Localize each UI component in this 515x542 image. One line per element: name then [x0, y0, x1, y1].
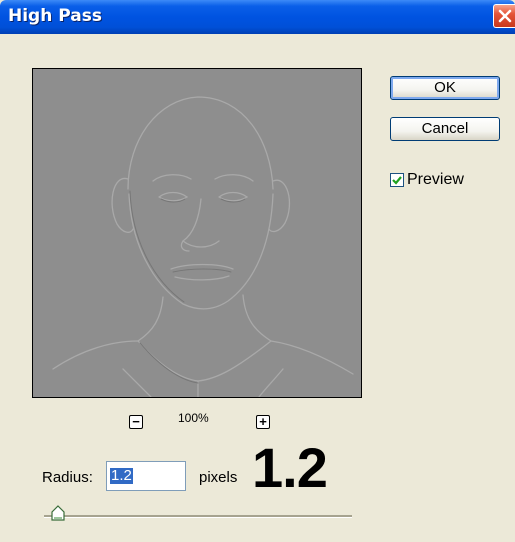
title-bar[interactable]: High Pass — [0, 0, 515, 34]
plus-icon: + — [259, 414, 267, 429]
zoom-level: 100% — [178, 411, 209, 425]
radius-callout: 1.2 — [252, 436, 328, 499]
minus-icon: − — [132, 414, 140, 429]
zoom-in-button[interactable]: + — [256, 415, 270, 429]
high-pass-dialog: High Pass − 100% + OK Cancel Preview Rad… — [0, 0, 515, 542]
filter-preview[interactable] — [32, 68, 362, 398]
radius-input[interactable]: 1.2 — [106, 461, 186, 491]
preview-label: Preview — [407, 171, 464, 188]
checkmark-icon — [392, 176, 402, 185]
close-icon — [498, 9, 512, 23]
cancel-button[interactable]: Cancel — [390, 117, 500, 141]
dialog-title: High Pass — [8, 6, 102, 26]
radius-label: Radius: — [42, 469, 93, 486]
radius-value-selected: 1.2 — [110, 467, 133, 484]
radius-unit-label: pixels — [199, 469, 238, 486]
zoom-out-button[interactable]: − — [129, 415, 143, 429]
preview-image — [33, 69, 361, 397]
preview-checkbox[interactable] — [390, 173, 404, 187]
radius-slider-track[interactable] — [44, 515, 352, 518]
ok-button[interactable]: OK — [390, 76, 500, 100]
close-button[interactable] — [493, 4, 515, 28]
slider-thumb-icon[interactable] — [51, 505, 65, 521]
